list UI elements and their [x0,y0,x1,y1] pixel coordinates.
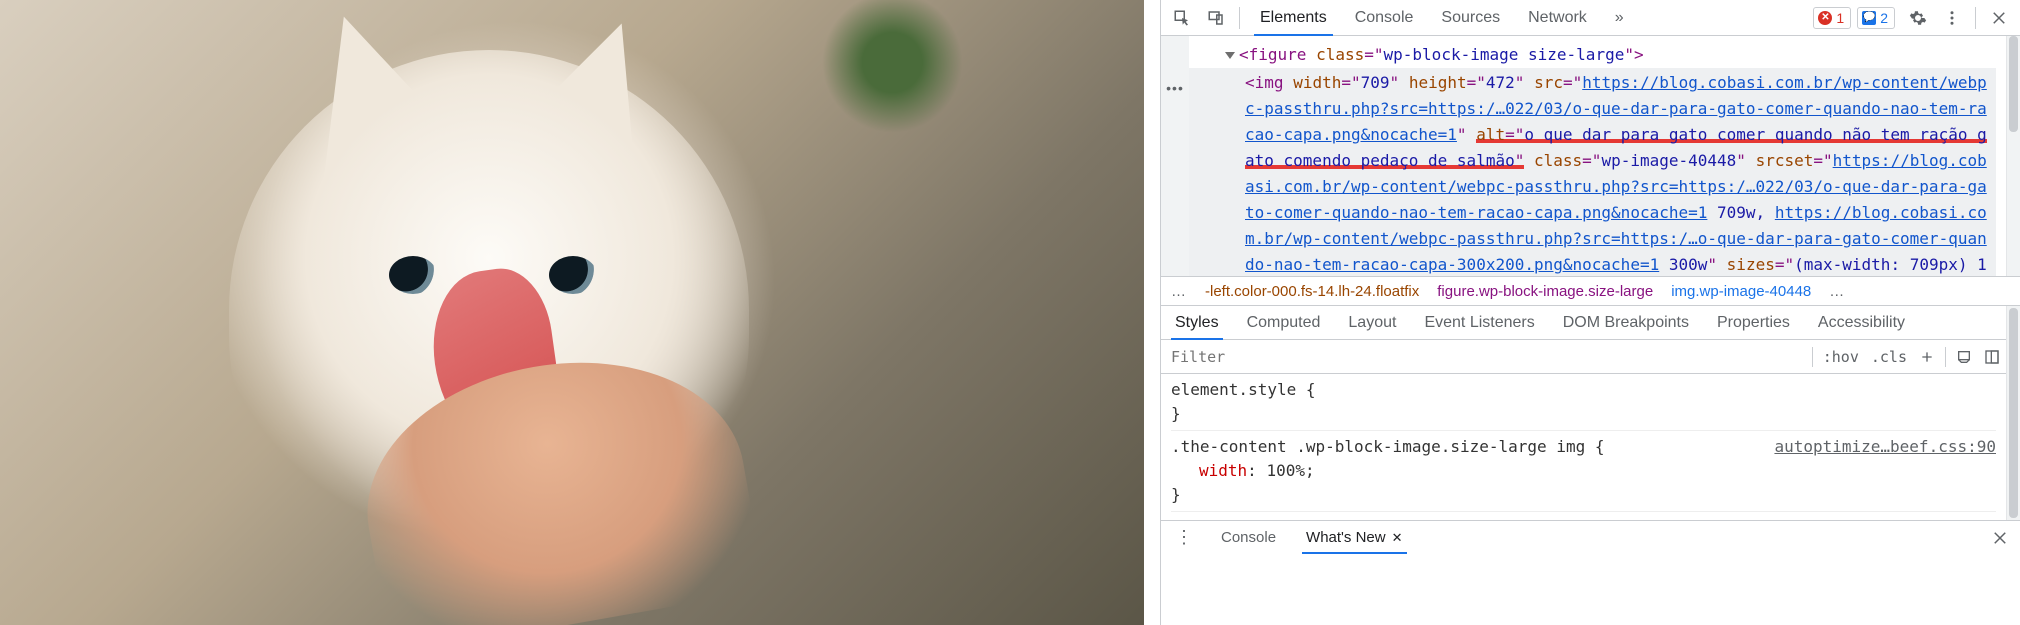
stab-styles[interactable]: Styles [1161,306,1233,339]
dom-tree[interactable]: <figure class="wp-block-image size-large… [1189,36,2006,276]
errors-count: 1 [1836,10,1844,26]
toggle-hov-button[interactable]: :hov [1817,348,1865,366]
computed-sidebar-icon[interactable] [1978,343,2006,371]
dom-node-img[interactable]: <img width="709" height="472" src="https… [1189,68,1996,276]
pane-gap [1144,0,1160,625]
errors-badge[interactable]: 1 [1813,7,1851,29]
device-toolbar-icon[interactable] [1199,1,1233,35]
css-rule-element-style[interactable]: element.style { } [1171,378,1996,431]
crumb-more-left[interactable]: … [1171,283,1187,300]
inspect-element-icon[interactable] [1165,1,1199,35]
styles-filter-input[interactable] [1161,340,1808,373]
issues-icon [1862,11,1876,25]
new-style-rule-icon[interactable] [1913,343,1941,371]
dom-gutter: ••• [1161,36,1189,276]
stab-accessibility[interactable]: Accessibility [1804,306,1919,339]
expand-arrow-icon[interactable] [1225,52,1235,59]
close-tab-icon[interactable]: ✕ [1392,530,1403,546]
separator [1975,7,1976,29]
toggle-cls-button[interactable]: .cls [1865,348,1913,366]
drawer-menu-icon[interactable]: ⋮ [1169,527,1199,548]
dom-scrollbar[interactable] [2006,36,2020,276]
styles-scrollbar[interactable] [2006,306,2020,520]
dom-breadcrumbs: … -left.color-000.fs-14.lh-24.floatfix f… [1161,276,2020,306]
crumb-more-right[interactable]: … [1829,283,1845,300]
devtools-panel: Elements Console Sources Network » 1 2 •… [1160,0,2020,625]
devtools-drawer: ⋮ Console What's New ✕ [1161,520,2020,554]
stab-event-listeners[interactable]: Event Listeners [1410,306,1548,339]
crumb-ancestor[interactable]: -left.color-000.fs-14.lh-24.floatfix [1205,283,1419,300]
close-devtools-icon[interactable] [1982,1,2016,35]
drawer-tab-console[interactable]: Console [1213,521,1284,554]
devtools-toolbar: Elements Console Sources Network » 1 2 [1161,0,2020,36]
main-tabbar: Elements Console Sources Network » [1246,0,1638,35]
crumb-img[interactable]: img.wp-image-40448 [1671,283,1811,300]
crumb-figure[interactable]: figure.wp-block-image.size-large [1437,283,1653,300]
dom-tree-container: ••• <figure class="wp-block-image size-l… [1161,36,2006,276]
styles-tabbar: Styles Computed Layout Event Listeners D… [1161,306,2006,340]
drawer-tab-whats-new[interactable]: What's New ✕ [1298,521,1410,554]
kebab-menu-icon[interactable] [1935,1,1969,35]
inspected-page-image [0,0,1144,625]
tab-sources[interactable]: Sources [1427,0,1514,35]
error-icon [1818,11,1832,25]
cat-eye [389,256,437,294]
stab-computed[interactable]: Computed [1233,306,1335,339]
stab-dom-breakpoints[interactable]: DOM Breakpoints [1549,306,1703,339]
separator [1239,7,1240,29]
close-drawer-icon[interactable] [1988,521,2012,555]
styles-filter-row: :hov .cls [1161,340,2006,374]
stab-layout[interactable]: Layout [1334,306,1410,339]
tab-console[interactable]: Console [1341,0,1428,35]
issues-count: 2 [1880,10,1888,26]
settings-icon[interactable] [1901,1,1935,35]
css-rules[interactable]: element.style { } autoptimize…beef.css:9… [1161,374,2006,520]
tab-network[interactable]: Network [1514,0,1601,35]
dom-node-figure[interactable]: <figure class="wp-block-image size-large… [1189,42,1996,68]
tab-elements[interactable]: Elements [1246,0,1341,35]
css-rule-image[interactable]: autoptimize…beef.css:90 .the-content .wp… [1171,435,1996,512]
rendering-emulation-icon[interactable] [1950,343,1978,371]
stab-properties[interactable]: Properties [1703,306,1804,339]
issues-badge[interactable]: 2 [1857,7,1895,29]
tab-more[interactable]: » [1601,0,1638,35]
css-source-link[interactable]: autoptimize…beef.css:90 [1774,435,1996,459]
